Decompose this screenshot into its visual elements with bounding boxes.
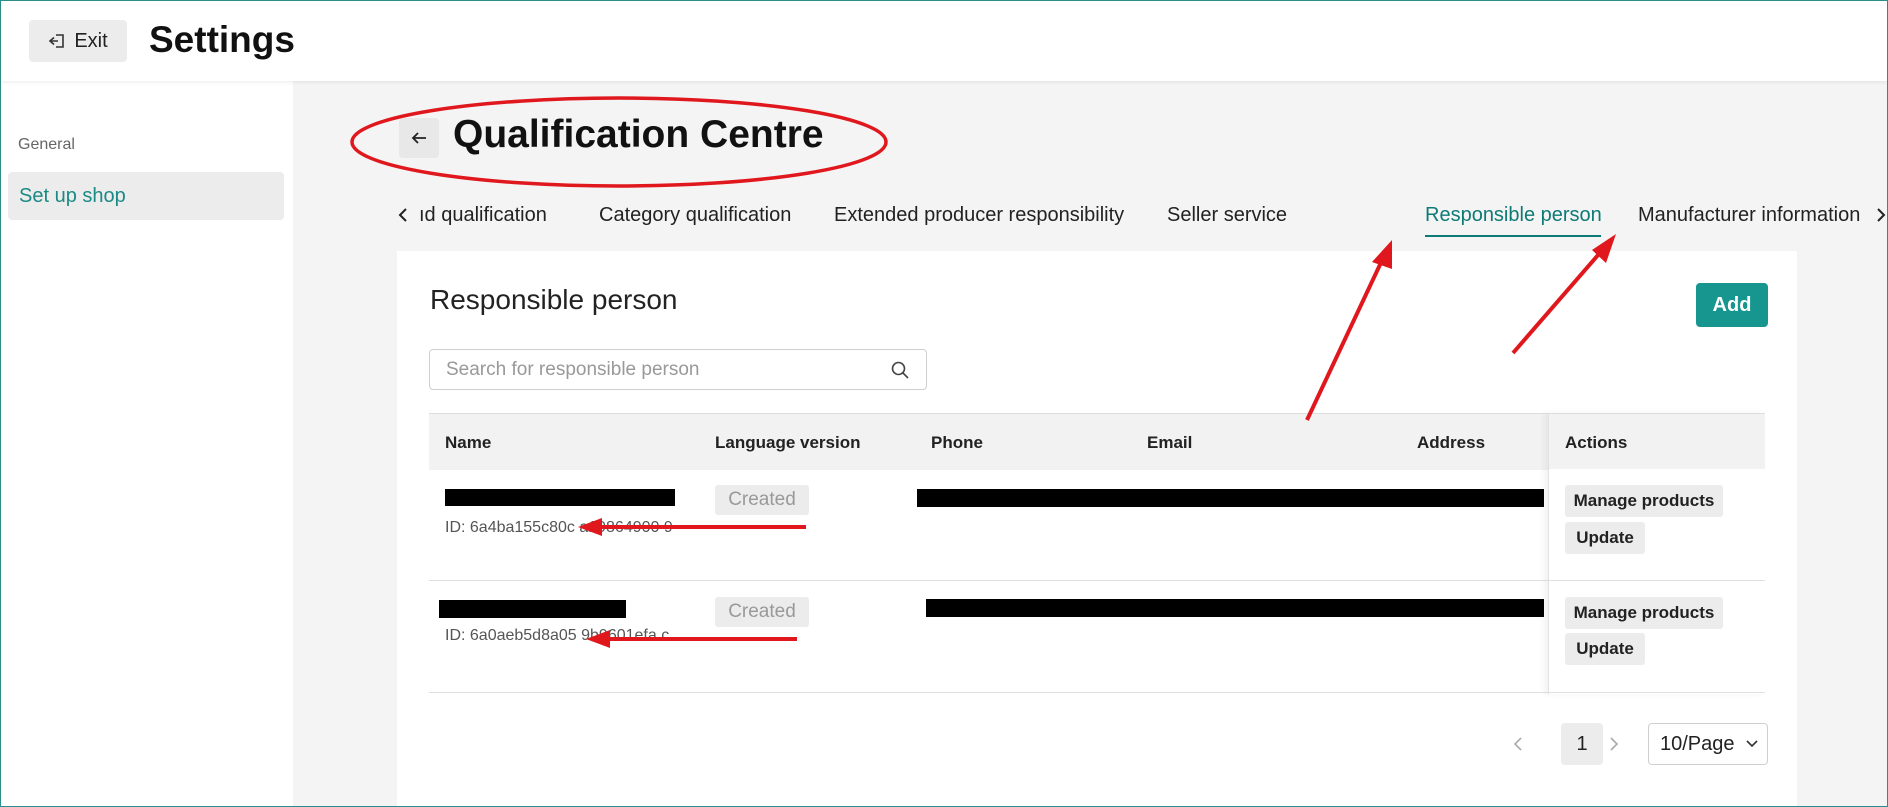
- tab-brand-qualification[interactable]: ıd qualification: [419, 204, 547, 227]
- tab-responsible-person[interactable]: Responsible person: [1425, 204, 1602, 227]
- status-badge: Created: [715, 597, 809, 627]
- chevron-right-icon: [1610, 737, 1619, 751]
- responsible-person-table: Name Language version Phone Email Addres…: [429, 413, 1765, 694]
- redacted-name: [439, 600, 626, 618]
- active-tab-indicator: [1425, 235, 1601, 237]
- card-title: Responsible person: [430, 284, 678, 315]
- exit-button[interactable]: Exit: [29, 20, 127, 62]
- column-header-name: Name: [445, 433, 492, 452]
- exit-label: Exit: [74, 29, 108, 52]
- update-button[interactable]: Update: [1565, 633, 1645, 665]
- manage-products-button[interactable]: Manage products: [1565, 597, 1723, 629]
- top-bar: Exit Settings: [1, 1, 1887, 81]
- column-header-actions: Actions: [1565, 433, 1628, 452]
- tab-bar: ıd qualification Category qualification …: [393, 191, 1886, 241]
- chevron-down-icon: [1745, 740, 1758, 748]
- tab-scroll-left-button[interactable]: [393, 203, 413, 227]
- chevron-right-icon: [1877, 208, 1886, 222]
- arrow-left-icon: [411, 132, 426, 144]
- column-header-phone: Phone: [931, 433, 983, 452]
- chevron-left-icon: [1513, 737, 1522, 751]
- tab-extended-producer-responsibility[interactable]: Extended producer responsibility: [834, 204, 1124, 227]
- update-button[interactable]: Update: [1565, 522, 1645, 554]
- app-title: Settings: [149, 19, 295, 60]
- main-content: Qualification Centre ıd qualification Ca…: [293, 81, 1887, 806]
- page-number-button[interactable]: 1: [1561, 723, 1603, 765]
- chevron-left-icon: [398, 208, 407, 222]
- sidebar-item-label: Set up shop: [19, 184, 126, 207]
- page-size-value: 10/Page: [1660, 732, 1735, 755]
- row-id: ID: 6a0aeb5d8a05 9b9601efa c: [445, 627, 670, 644]
- row-id: ID: 6a4ba155c80c a19864900 9: [445, 519, 673, 536]
- column-header-email: Email: [1147, 433, 1193, 452]
- tab-seller-service[interactable]: Seller service: [1167, 204, 1287, 227]
- actions-cell: Manage products Update: [1549, 469, 1765, 581]
- tab-scroll-right-button[interactable]: [1871, 203, 1888, 227]
- redacted-contact-details: [926, 599, 1544, 617]
- exit-icon: [49, 34, 65, 48]
- column-header-address: Address: [1417, 433, 1486, 452]
- back-button[interactable]: [399, 118, 439, 158]
- actions-cell: Manage products Update: [1549, 581, 1765, 693]
- responsible-person-card: Responsible person Add Name Language ver…: [397, 251, 1797, 806]
- pagination: 1 10/Page: [429, 723, 1769, 765]
- page-size-select[interactable]: 10/Page: [1648, 723, 1768, 765]
- actions-header-cell: Actions: [1549, 413, 1765, 470]
- sidebar-group-general: General: [18, 136, 75, 153]
- search-icon[interactable]: [890, 360, 910, 380]
- search-input[interactable]: [446, 350, 886, 389]
- manage-products-button[interactable]: Manage products: [1565, 485, 1723, 517]
- status-badge: Created: [715, 485, 809, 515]
- next-page-button[interactable]: [1604, 729, 1624, 759]
- sidebar: General Set up shop: [1, 81, 293, 806]
- sidebar-item-set-up-shop[interactable]: Set up shop: [8, 172, 284, 220]
- add-button[interactable]: Add: [1696, 283, 1768, 327]
- redacted-name: [445, 489, 675, 506]
- tab-manufacturer-information[interactable]: Manufacturer information: [1638, 204, 1860, 227]
- column-header-language-version: Language version: [715, 433, 861, 452]
- tab-category-qualification[interactable]: Category qualification: [599, 204, 791, 227]
- redacted-contact-details: [917, 489, 1544, 507]
- search-box: [429, 349, 927, 390]
- actions-column: Actions Manage products Update Manage pr…: [1548, 413, 1765, 694]
- previous-page-button[interactable]: [1508, 729, 1528, 759]
- page-title: Qualification Centre: [453, 113, 824, 156]
